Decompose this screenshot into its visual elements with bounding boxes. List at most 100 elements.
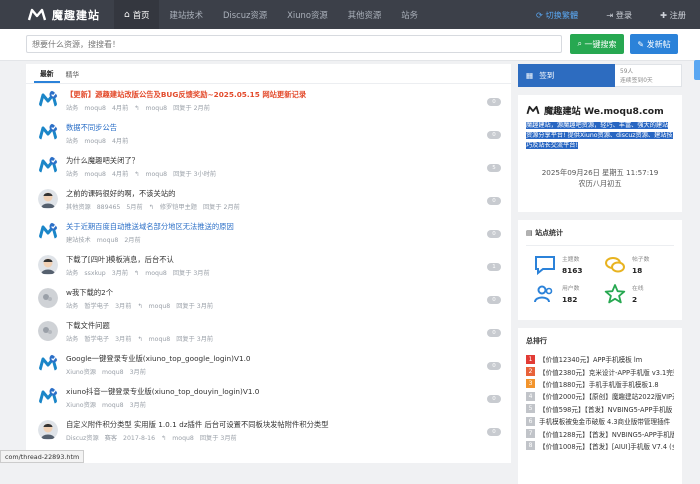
star-icon — [604, 283, 626, 303]
nav-site[interactable]: 站务 — [391, 0, 428, 29]
thread-forum[interactable]: 站务 — [66, 270, 78, 277]
avatar[interactable] — [38, 189, 58, 209]
thread-forum[interactable]: 站务 — [66, 303, 78, 310]
tab-latest[interactable]: 最新 — [34, 64, 60, 83]
thread-author[interactable]: 暂学电子 — [84, 303, 109, 310]
nav-home[interactable]: ⌂ 首页 — [114, 0, 160, 29]
thread-time: 5月前 — [126, 204, 143, 211]
thread-author[interactable]: 暂学电子 — [84, 336, 109, 343]
thread-author[interactable]: moqu8 — [102, 402, 124, 409]
thread-author[interactable]: moqu8 — [97, 237, 119, 244]
thread-author[interactable]: ssxkup — [84, 270, 105, 277]
thread-title[interactable]: 下载文件问题 — [66, 315, 486, 331]
thread-title[interactable]: 之前的课码很好的啊，不该关站的 — [66, 183, 486, 199]
thread-time: 3月前 — [115, 336, 132, 343]
rank-item[interactable]: 1 【价值12340元】APP手机模板 lm — [526, 353, 674, 365]
thread-forum[interactable]: 站务 — [66, 138, 78, 145]
signin-box: ▦ 签到 59人 连续签到0天 — [518, 64, 682, 87]
rank-item[interactable]: 5 【价值598元】【首发】NVBING5-APP手机版 真 — [526, 403, 674, 415]
thread-forum[interactable]: Discuz资源 — [66, 435, 99, 442]
register-link[interactable]: ✚ 注册 — [646, 9, 686, 21]
reply-user[interactable]: 修罗铠甲主题 — [160, 204, 197, 211]
nav-xiuno[interactable]: Xiuno资源 — [277, 0, 338, 29]
thread-row[interactable]: 下载文件问题 站务 暂学电子 3月前 ↰ moqu8 回复于 3月前 0 — [26, 315, 511, 348]
reply-user[interactable]: moqu8 — [145, 105, 167, 112]
thread-forum[interactable]: 站务 — [66, 336, 78, 343]
thread-row[interactable]: 关于近期百度自动推送域名部分地区无法推送的原因 建站技术 moqu8 2月前 0 — [26, 216, 511, 249]
avatar[interactable] — [38, 288, 58, 308]
reply-count-badge: 0 — [487, 98, 501, 106]
rank-item[interactable]: 8 【价值1008元】【首发】[AIUI]手机版 V7.4 (全网 — [526, 440, 674, 452]
thread-title[interactable]: w我下载的2个 — [66, 282, 486, 298]
thread-author[interactable]: moqu8 — [84, 105, 106, 112]
login-icon: ⇥ — [606, 9, 614, 20]
reply-user[interactable]: moqu8 — [149, 303, 171, 310]
signin-label: 签到 — [539, 71, 555, 80]
thread-row[interactable]: 数据不同步公告 站务 moqu8 4月前 0 — [26, 117, 511, 150]
thread-title[interactable]: 自定义附件积分类型 实用版 1.0.1 dz插件 后台可设置不同板块发帖附件积分… — [66, 414, 486, 430]
reply-user[interactable]: moqu8 — [145, 270, 167, 277]
new-post-button[interactable]: ✎ 发新帖 — [630, 34, 678, 54]
nav-tech[interactable]: 建站技术 — [159, 0, 213, 29]
reply-time: 回复于 3月前 — [176, 303, 214, 310]
thread-author[interactable]: moqu8 — [84, 171, 106, 178]
avatar[interactable] — [38, 420, 58, 440]
thread-row[interactable]: 自定义附件积分类型 实用版 1.0.1 dz插件 后台可设置不同板块发帖附件积分… — [26, 414, 511, 447]
reply-user[interactable]: moqu8 — [145, 171, 167, 178]
thread-row[interactable]: 下载了[四叶]模板消息，后台不认 站务 ssxkup 3月前 ↰ moqu8 回复于 3月前… — [26, 249, 511, 282]
avatar[interactable] — [38, 354, 58, 374]
thread-row[interactable]: 【更新】源趣建站改版公告及BUG反馈奖励~2025.05.15 网站更新记录站务… — [26, 84, 511, 117]
reply-user[interactable]: moqu8 — [172, 435, 194, 442]
avatar[interactable] — [38, 255, 58, 275]
rank-item[interactable]: 2 【价值2380元】克米设计-APP手机版 v3.1完整破 — [526, 365, 674, 377]
rank-item[interactable]: 3 【价值1880元】手机手机版手机模板1.8 — [526, 378, 674, 390]
rank-item[interactable]: 4 【价值2000元】【原创】魔趣建站2022版VIP开通 — [526, 390, 674, 402]
thread-forum[interactable]: 站务 — [66, 171, 78, 178]
rank-item[interactable]: 6 手机模板被免金币破版 4.3商业版带管理插件 — [526, 415, 674, 427]
avatar[interactable] — [38, 222, 58, 242]
avatar[interactable] — [38, 156, 58, 176]
search-button[interactable]: ⌕ 一键搜索 — [570, 34, 624, 54]
thread-forum[interactable]: 其他资源 — [66, 204, 91, 211]
thread-author[interactable]: 889465 — [97, 204, 121, 211]
thread-row[interactable]: w我下载的2个 站务 暂学电子 3月前 ↰ moqu8 回复于 3月前 0 — [26, 282, 511, 315]
thread-forum[interactable]: 站务 — [66, 105, 78, 112]
thread-row[interactable]: xiuno抖音一键登录专业版(xiuno_top_douyin_login)V1… — [26, 381, 511, 414]
avatar[interactable] — [38, 387, 58, 407]
thread-row[interactable]: 之前的课码很好的啊，不该关站的 其他资源 889465 5月前 ↰ 修罗铠甲主题 回复于 2… — [26, 183, 511, 216]
nav-discuz[interactable]: Discuz资源 — [213, 0, 277, 29]
thread-title[interactable]: 为什么魔趣吧关闭了？ — [66, 150, 486, 166]
thread-meta: Discuz资源 赛客 2017-8-16 ↰ moqu8 回复于 3月前 — [66, 433, 511, 442]
main-nav: ⌂ 首页 建站技术 Discuz资源 Xiuno资源 其他资源 站务 — [114, 0, 428, 29]
thread-title[interactable]: xiuno抖音一键登录专业版(xiuno_top_douyin_login)V1… — [66, 381, 486, 397]
thread-forum[interactable]: 建站技术 — [66, 237, 91, 244]
thread-title[interactable]: Google一键登录专业版(xiuno_top_google_login)V1.… — [66, 348, 486, 364]
status-url: com/thread-22893.htm — [0, 450, 85, 463]
nav-other[interactable]: 其他资源 — [338, 0, 392, 29]
thread-title[interactable]: 数据不同步公告 — [66, 117, 486, 133]
thread-title[interactable]: 【更新】源趣建站改版公告及BUG反馈奖励~2025.05.15 网站更新记录 — [66, 84, 486, 100]
thread-title[interactable]: 下载了[四叶]模板消息，后台不认 — [66, 249, 486, 265]
tab-featured[interactable]: 精华 — [60, 64, 86, 83]
thread-row[interactable]: 为什么魔趣吧关闭了？ 站务 moqu8 4月前 ↰ moqu8 回复于 3小时前 5 — [26, 150, 511, 183]
login-link[interactable]: ⇥ 登录 — [592, 9, 632, 21]
thread-forum[interactable]: Xiuno资源 — [66, 369, 96, 376]
thread-meta: Xiuno资源 moqu8 3月前 — [66, 400, 511, 409]
search-input[interactable] — [26, 35, 562, 53]
signin-info: 59人 连续签到0天 — [615, 64, 682, 87]
thread-title[interactable]: 关于近期百度自动推送域名部分地区无法推送的原因 — [66, 216, 486, 232]
thread-forum[interactable]: Xiuno资源 — [66, 402, 96, 409]
thread-row[interactable]: Google一键登录专业版(xiuno_top_google_login)V1.… — [26, 348, 511, 381]
language-switch[interactable]: ⟳ 切换繁體 — [536, 9, 578, 21]
avatar[interactable] — [38, 90, 58, 110]
signin-button[interactable]: ▦ 签到 — [518, 64, 615, 87]
thread-author[interactable]: moqu8 — [84, 138, 106, 145]
avatar[interactable] — [38, 321, 58, 341]
thread-author[interactable]: 赛客 — [105, 435, 117, 442]
reply-user[interactable]: moqu8 — [149, 336, 171, 343]
back-to-top-tab[interactable] — [694, 60, 700, 80]
avatar[interactable] — [38, 123, 58, 143]
site-logo[interactable]: 魔趣建站 — [27, 7, 100, 23]
rank-item[interactable]: 7 【价值1288元】【首发】NVBING5-APP手机版 — [526, 427, 674, 439]
thread-author[interactable]: moqu8 — [102, 369, 124, 376]
